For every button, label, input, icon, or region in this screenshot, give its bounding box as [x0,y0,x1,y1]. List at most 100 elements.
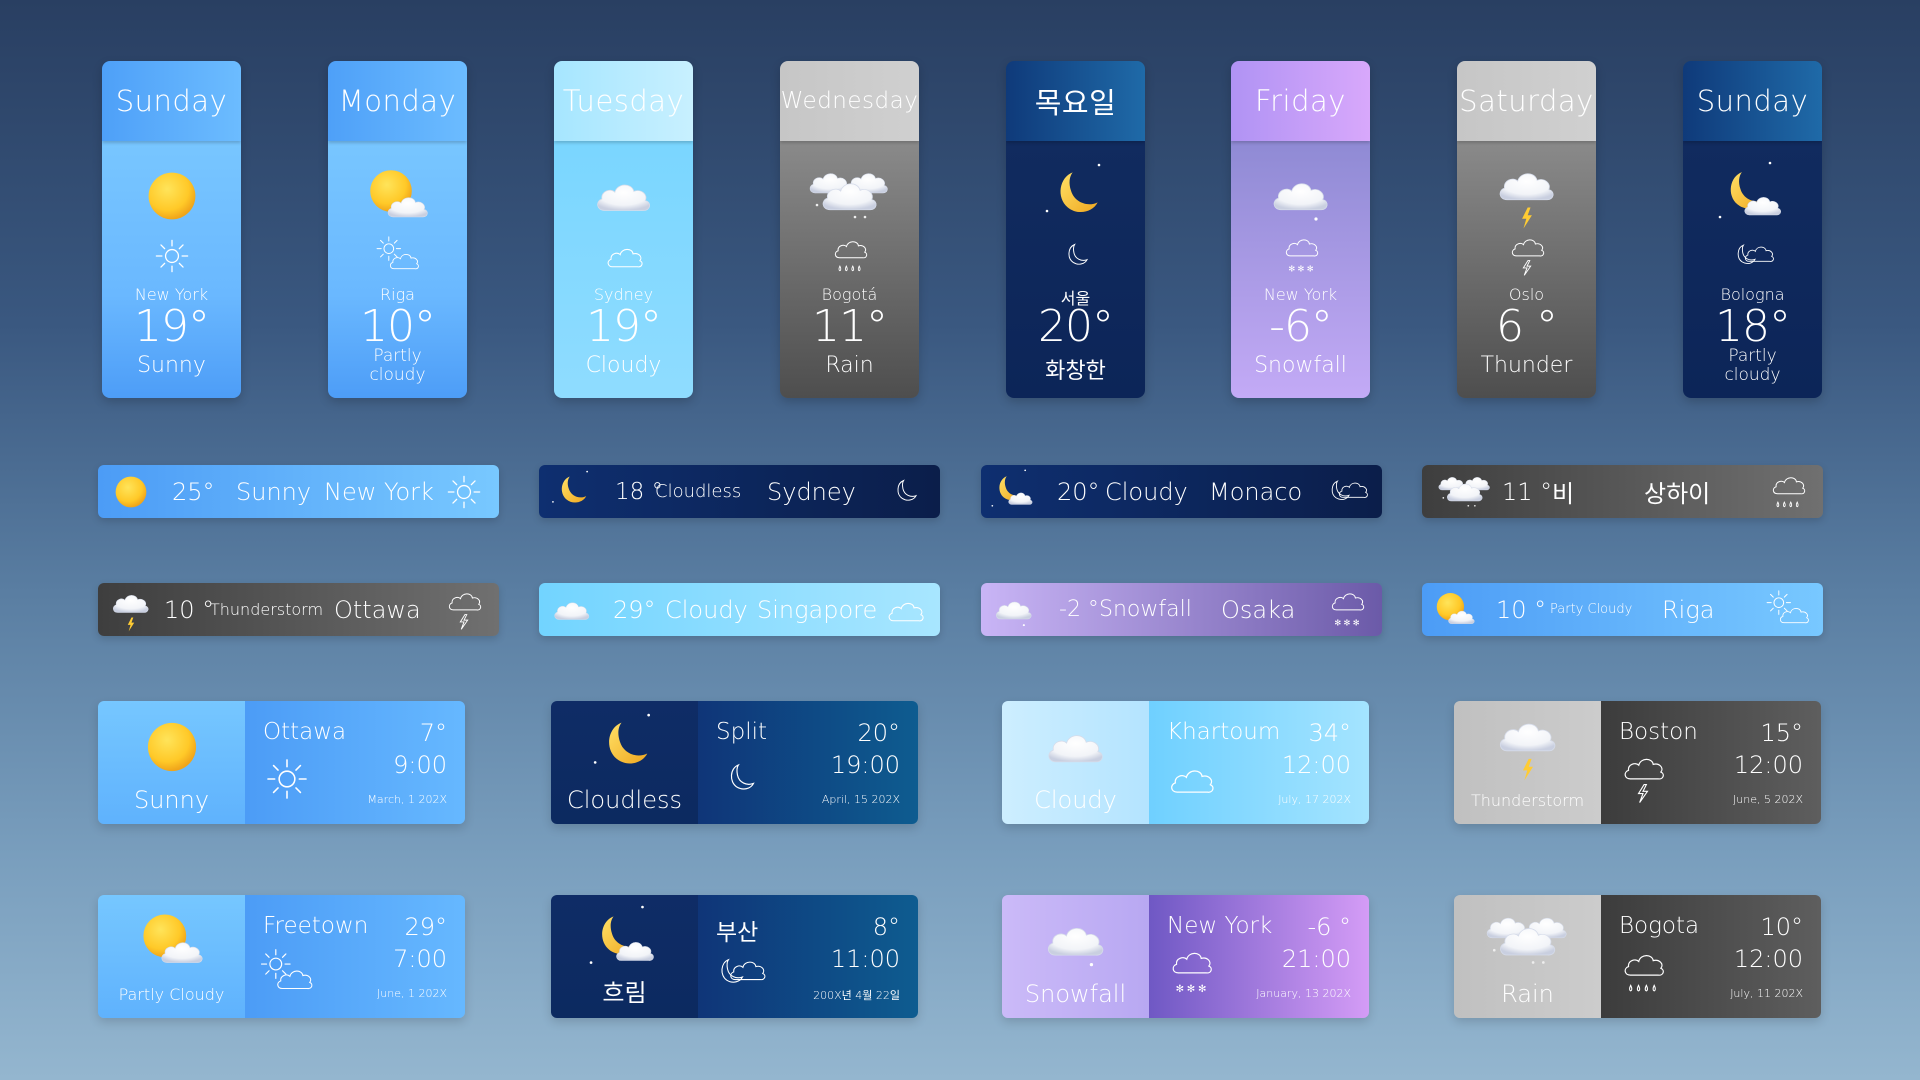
day-label: Sunday [102,61,241,141]
hourly-card-3[interactable]: Thunderstorm Boston 15° 12:00 June, 5 20… [1454,701,1821,824]
weather-banner-7[interactable]: 10 ° Party Cloudy Riga [1422,583,1823,636]
city-name: Monaco [1209,477,1303,506]
weather-banner-5[interactable]: 29° Cloudy Singapore [539,583,940,636]
date: June, 1 202X [377,987,447,1000]
moon-cloud-outline-icon [712,943,768,1005]
temperature: 6 ° [1496,301,1558,352]
weather-banner-3[interactable]: 11 ° 비 상하이 [1422,465,1823,518]
city-name: Freetown [263,913,369,939]
time: 11:00 [830,945,900,973]
temperature: 20° [1057,477,1100,506]
snow-cloud-icon [991,587,1039,633]
weather-banner-4[interactable]: 10 ° Thunderstorm Ottawa [98,583,499,636]
svg-text:✻: ✻ [1187,984,1195,995]
temperature: 19° [134,301,210,352]
daily-card-3[interactable]: Wednesday Bogotá 11° Rain [780,61,919,398]
city-name: Ottawa [263,719,347,745]
moon-icon [549,469,597,515]
hourly-card-5[interactable]: 흐림 부산 8° 11:00 200X년 4월 22일 [551,895,918,1018]
date: July, 11 202X [1730,987,1803,1000]
partly-cloudy-icon [328,161,467,231]
temperature: 8° [872,913,900,941]
rain-outline-icon [1765,469,1811,515]
moon-cloud-outline-icon [1324,469,1370,515]
moon-icon [551,711,698,783]
city-name: Bogota [1619,913,1700,939]
thunder-cloud-icon [1457,161,1596,231]
condition-label: Cloudless [567,786,682,814]
rain-outline-icon [780,233,919,283]
hourly-card-7[interactable]: Rain Bogota 10° 12:00 July, 11 202X [1454,895,1821,1018]
hourly-card-2[interactable]: Cloudy Khartoum 34° 12:00 July, 17 202X [1002,701,1369,824]
hourly-card-1[interactable]: Cloudless Split 20° 19:00 April, 15 202X [551,701,918,824]
svg-text:✻: ✻ [1288,264,1295,274]
moon-outline-icon [712,749,768,811]
daily-card-5[interactable]: Friday ✻ ✻ ✻ New York -6° Snowfall [1231,61,1370,398]
moon-outline-icon [1006,233,1145,283]
weather-banner-2[interactable]: 20° Cloudy Monaco [981,465,1382,518]
condition-panel: 흐림 [551,895,698,1018]
condition-label: Thunderstorm [210,600,324,619]
thunder-cloud-icon [1454,711,1601,783]
condition-label: 화창한 [1045,359,1106,384]
daily-card-0[interactable]: Sunday New York 19° Sunny [102,61,241,398]
day-label: Tuesday [554,61,693,141]
hourly-card-4[interactable]: Partly Cloudy Freetown 29° 7:00 June, 1 … [98,895,465,1018]
weather-banner-0[interactable]: 25° Sunny New York [98,465,499,518]
condition-label: Cloudy [665,595,748,624]
hourly-card-6[interactable]: Snowfall New York -6 ° ✻ ✻ ✻ 21:00 January… [1002,895,1369,1018]
time: 12:00 [1281,751,1351,779]
day-label: Saturday [1457,61,1596,141]
thunder-outline-icon [1615,749,1671,811]
sun-outline-icon [259,749,315,811]
sun-icon [108,469,156,515]
day-label: Sunday [1683,61,1822,141]
date: July, 17 202X [1278,793,1351,806]
cloud-outline-icon [1163,749,1219,811]
condition-label: Thunder [1480,353,1573,378]
daily-card-7[interactable]: Sunday Bologna 18° Partly cloudy [1683,61,1822,398]
svg-text:✻: ✻ [1344,618,1351,628]
city-name: Khartoum [1167,719,1281,745]
daily-card-4[interactable]: 목요일 서울 20° 화창한 [1006,61,1145,398]
condition-label: Partly Cloudy [118,985,225,1004]
svg-text:✻: ✻ [1353,618,1360,628]
moon-cloud-icon [551,905,698,977]
snow-cloud-icon [1002,905,1149,977]
condition-label: Sunny [137,353,206,378]
day-label: 목요일 [1006,61,1145,141]
condition-label: Thunderstorm [1470,791,1585,810]
condition-label: Party Cloudy [1550,602,1633,617]
temperature: 25° [172,477,215,506]
city-name: Osaka [1221,595,1296,624]
daily-card-6[interactable]: Saturday Oslo 6 ° Thunder [1457,61,1596,398]
temperature: 7° [419,719,447,747]
day-label: Monday [328,61,467,141]
daily-card-2[interactable]: Tuesday Sydney 19° Cloudy [554,61,693,398]
moon-cloud-icon [991,469,1039,515]
date: January, 13 202X [1256,987,1351,1000]
daily-card-1[interactable]: Monday Riga 10° Partly cloudy [328,61,467,398]
condition-label: Snowfall [1099,597,1192,622]
day-label: Friday [1231,61,1370,141]
temperature: 18° [1715,301,1791,352]
hourly-card-0[interactable]: Sunny Ottawa 7° 9:00 March, 1 202X [98,701,465,824]
weather-banner-1[interactable]: 18 ° Cloudless Sydney [539,465,940,518]
moon-icon [1006,161,1145,231]
sun-outline-icon [102,233,241,283]
moon-cloud-outline-icon [1683,233,1822,283]
time: 21:00 [1281,945,1351,973]
city-name: Riga [1662,595,1715,624]
details-panel: 부산 8° 11:00 200X년 4월 22일 [698,895,918,1018]
thunder-outline-icon [1457,233,1596,283]
cloud-icon [554,161,693,231]
partly-cloudy-outline-icon [1765,587,1811,633]
weather-banner-6[interactable]: -2 ° Snowfall Osaka ✻ ✻ ✻ [981,583,1382,636]
condition-panel: Partly Cloudy [98,895,245,1018]
condition-label: 비 [1552,480,1575,508]
city-name: New York [324,477,434,506]
temperature: 34° [1308,719,1351,747]
temperature: 10° [360,301,436,352]
details-panel: Split 20° 19:00 April, 15 202X [698,701,918,824]
date: April, 15 202X [821,793,900,806]
